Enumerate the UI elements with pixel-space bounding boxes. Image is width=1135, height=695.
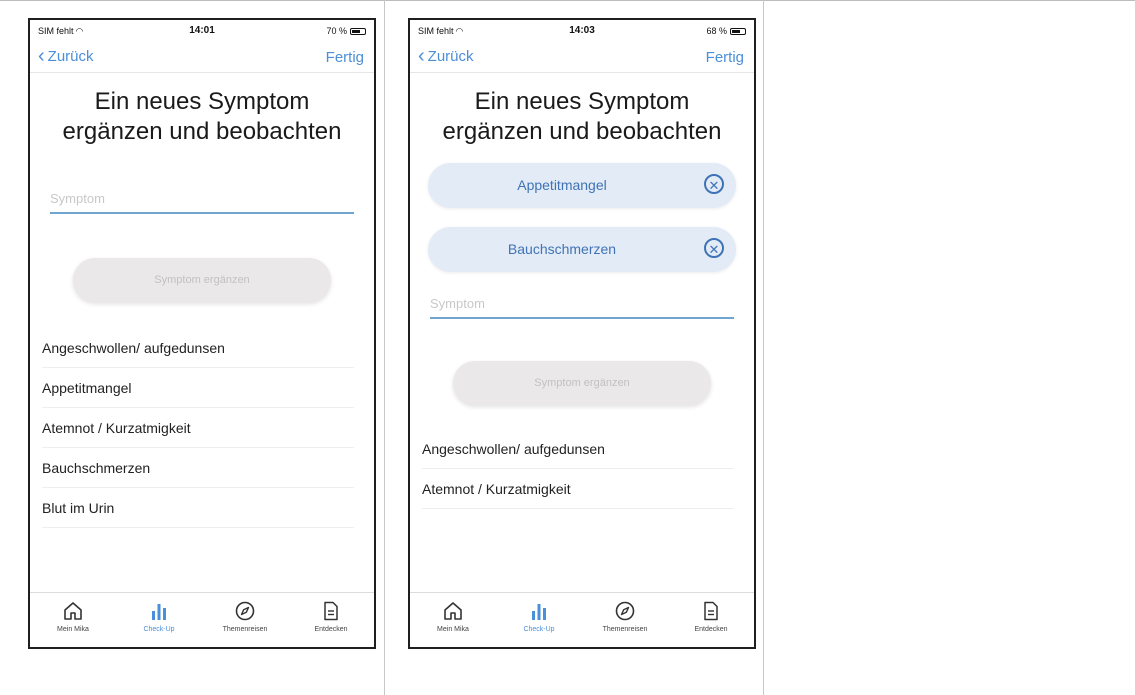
list-item[interactable]: Blut im Urin bbox=[42, 488, 354, 528]
tab-themenreisen[interactable]: Themenreisen bbox=[582, 593, 668, 647]
page-title: Ein neues Symptom ergänzen und beobachte… bbox=[62, 88, 342, 145]
tab-entdecken[interactable]: Entdecken bbox=[288, 593, 374, 647]
nav-bar: ‹ Zurück Fertig bbox=[410, 42, 754, 73]
document-icon bbox=[668, 599, 754, 623]
bar-chart-icon bbox=[496, 599, 582, 623]
column-divider-1 bbox=[384, 0, 385, 695]
symptom-list: Angeschwollen/ aufgedunsen Appetitmangel… bbox=[42, 328, 354, 528]
top-divider bbox=[0, 0, 1135, 1]
done-button[interactable]: Fertig bbox=[326, 49, 364, 66]
tab-themenreisen[interactable]: Themenreisen bbox=[202, 593, 288, 647]
back-label: Zurück bbox=[47, 48, 94, 65]
nav-bar: ‹ Zurück Fertig bbox=[30, 42, 374, 73]
page-title: Ein neues Symptom ergänzen und beobachte… bbox=[442, 88, 722, 145]
back-button[interactable]: ‹ Zurück bbox=[38, 45, 94, 67]
bar-chart-icon bbox=[116, 599, 202, 623]
tab-bar: Mein Mika Check-Up Themenreisen Entdecke… bbox=[30, 592, 374, 647]
status-bar: SIM fehlt ◠ 14:01 70 % bbox=[30, 20, 374, 42]
list-item[interactable]: Atemnot / Kurzatmigkeit bbox=[42, 408, 354, 448]
compass-icon bbox=[202, 599, 288, 623]
back-button[interactable]: ‹ Zurück bbox=[418, 45, 474, 67]
selected-symptom-chip: Appetitmangel ✕ bbox=[428, 163, 736, 208]
compass-icon bbox=[582, 599, 668, 623]
symptom-input[interactable] bbox=[50, 185, 354, 214]
list-item[interactable]: Angeschwollen/ aufgedunsen bbox=[42, 328, 354, 368]
home-icon bbox=[410, 599, 496, 623]
battery-percent: 68 % bbox=[706, 26, 727, 36]
symptom-input[interactable] bbox=[430, 290, 734, 319]
tab-check-up[interactable]: Check-Up bbox=[116, 593, 202, 647]
phone-screen-1: SIM fehlt ◠ 14:01 70 % ‹ Zurück Fertig Ei… bbox=[28, 18, 376, 649]
add-symptom-button[interactable]: Symptom ergänzen bbox=[453, 361, 711, 405]
list-item[interactable]: Atemnot / Kurzatmigkeit bbox=[422, 469, 734, 509]
back-label: Zurück bbox=[427, 48, 474, 65]
symptom-list: Angeschwollen/ aufgedunsen Atemnot / Kur… bbox=[422, 429, 734, 509]
column-divider-2 bbox=[763, 0, 764, 695]
tab-mein-mika[interactable]: Mein Mika bbox=[30, 593, 116, 647]
tab-entdecken[interactable]: Entdecken bbox=[668, 593, 754, 647]
selected-symptom-chip: Bauchschmerzen ✕ bbox=[428, 227, 736, 272]
list-item[interactable]: Bauchschmerzen bbox=[42, 448, 354, 488]
tab-check-up[interactable]: Check-Up bbox=[496, 593, 582, 647]
remove-icon[interactable]: ✕ bbox=[704, 238, 724, 258]
status-bar: SIM fehlt ◠ 14:03 68 % bbox=[410, 20, 754, 42]
list-item[interactable]: Angeschwollen/ aufgedunsen bbox=[422, 429, 734, 469]
document-icon bbox=[288, 599, 374, 623]
status-time: 14:01 bbox=[189, 25, 215, 36]
list-item[interactable]: Appetitmangel bbox=[42, 368, 354, 408]
tab-mein-mika[interactable]: Mein Mika bbox=[410, 593, 496, 647]
battery-icon bbox=[730, 27, 746, 35]
add-symptom-button[interactable]: Symptom ergänzen bbox=[73, 258, 331, 302]
home-icon bbox=[30, 599, 116, 623]
remove-icon[interactable]: ✕ bbox=[704, 174, 724, 194]
chevron-left-icon: ‹ bbox=[418, 45, 425, 67]
phone-screen-2: SIM fehlt ◠ 14:03 68 % ‹ Zurück Fertig Ei… bbox=[408, 18, 756, 649]
status-time: 14:03 bbox=[569, 25, 595, 36]
done-button[interactable]: Fertig bbox=[706, 49, 744, 66]
chevron-left-icon: ‹ bbox=[38, 45, 45, 67]
battery-percent: 70 % bbox=[326, 26, 347, 36]
battery-icon bbox=[350, 27, 366, 35]
tab-bar: Mein Mika Check-Up Themenreisen Entdecke… bbox=[410, 592, 754, 647]
